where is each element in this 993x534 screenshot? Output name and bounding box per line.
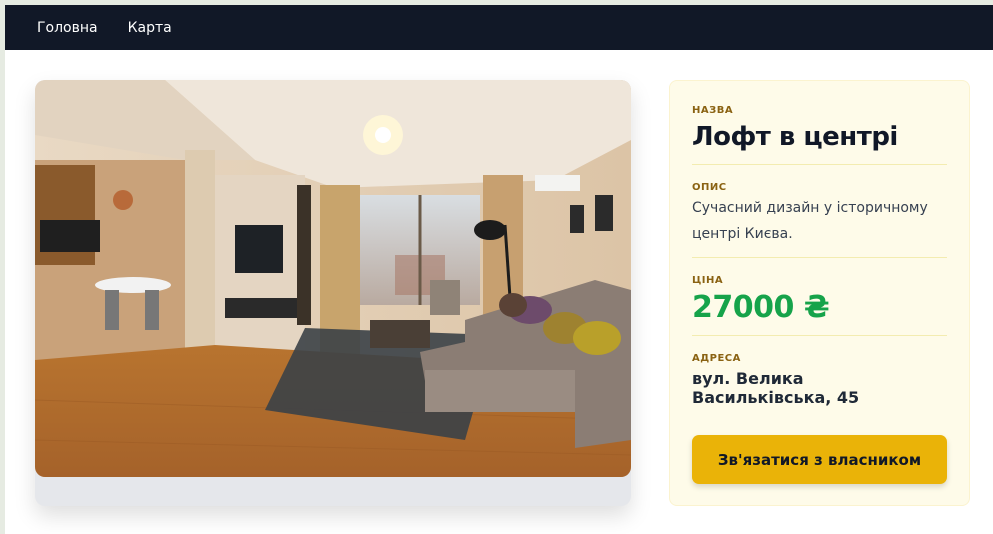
description-section: Опис Сучасний дизайн у історичному центр…: [692, 165, 947, 258]
listing-info-panel: Назва Лофт в центрі Опис Сучасний дизайн…: [669, 80, 970, 506]
nav-link-map[interactable]: Карта: [128, 20, 172, 36]
page: Головна Карта НАЗВА Лофт в центрі ОПИС С…: [5, 5, 993, 534]
address-label: Адреса: [692, 353, 741, 364]
listing-title: Лофт в центрі: [692, 122, 898, 152]
listing-price: 27000 ₴: [692, 290, 830, 325]
photo-card: [35, 80, 631, 506]
price-label: Ціна: [692, 275, 724, 286]
nav-link-home[interactable]: Головна: [37, 20, 98, 36]
address-section: Адреса вул. Велика Васильківська, 45: [692, 336, 947, 407]
apartment-living-room-photo: [35, 80, 631, 477]
name-section: Назва Лофт в центрі: [692, 81, 947, 165]
listing-address: вул. Велика Васильківська, 45: [692, 369, 860, 407]
top-navbar: Головна Карта: [5, 5, 993, 50]
description-label: Опис: [692, 182, 727, 193]
listing-description: Сучасний дизайн у історичному центрі Киє…: [692, 200, 928, 242]
listing-photo[interactable]: [35, 80, 631, 477]
price-section: Ціна 27000 ₴: [692, 258, 947, 336]
contact-owner-button[interactable]: Зв'язатися з власником: [692, 435, 947, 484]
name-label: Назва: [692, 105, 734, 116]
